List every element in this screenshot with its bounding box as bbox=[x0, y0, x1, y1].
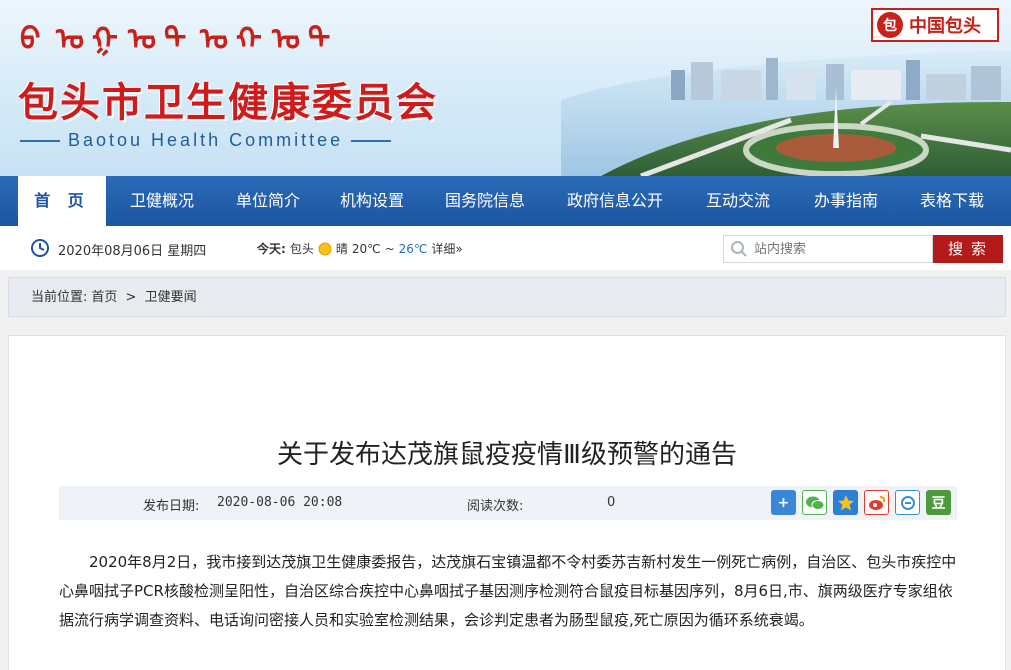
breadcrumb-prefix: 当前位置: bbox=[31, 290, 88, 305]
mongolian-glyph: ᠪ bbox=[20, 22, 41, 57]
weather-city: 包头 bbox=[289, 242, 314, 256]
tencent-icon[interactable] bbox=[895, 490, 920, 515]
share-bar: + 豆 bbox=[771, 490, 951, 515]
mongolian-glyph: ᠬ bbox=[236, 22, 262, 57]
mongolian-glyph: ᠣ bbox=[128, 22, 156, 57]
search-input[interactable] bbox=[754, 241, 924, 257]
mongolian-title: ᠪ ᠣ ᠭ ᠣ ᠲ ᠤ ᠬ ᠣ ᠲ bbox=[20, 20, 331, 60]
breadcrumb: 当前位置: 首页 > 卫健要闻 bbox=[8, 277, 1006, 317]
plus-icon[interactable]: + bbox=[771, 490, 796, 515]
weather-prefix: 今天: bbox=[257, 242, 286, 256]
weather-widget: 今天: 包头 晴 20℃ ~ 26℃ 详细» bbox=[257, 240, 463, 257]
info-bar: 2020年08月06日 星期四 今天: 包头 晴 20℃ ~ 26℃ 详细» 搜… bbox=[0, 226, 1011, 270]
mongolian-glyph: ᠲ bbox=[164, 22, 187, 57]
divider bbox=[351, 139, 392, 142]
weather-condition: 晴 bbox=[335, 242, 348, 256]
mongolian-glyph: ᠣ bbox=[272, 22, 300, 57]
publish-date-value: 2020-08-06 20:08 bbox=[217, 495, 343, 510]
search-button[interactable]: 搜索 bbox=[933, 235, 1003, 263]
mongolian-glyph: ᠣ bbox=[56, 22, 84, 57]
article-body: 2020年8月2日，我市接到达茂旗卫生健康委报告，达茂旗石宝镇温都不令村委苏吉新… bbox=[59, 553, 957, 629]
weibo-icon[interactable] bbox=[864, 490, 889, 515]
nav-item-guide[interactable]: 办事指南 bbox=[792, 176, 900, 226]
nav-item-downloads[interactable]: 表格下载 bbox=[900, 176, 1004, 226]
baotou-logo-icon: 包 bbox=[877, 12, 903, 38]
divider bbox=[20, 139, 60, 142]
wechat-icon[interactable] bbox=[802, 490, 827, 515]
current-date: 2020年08月06日 星期四 bbox=[58, 244, 207, 259]
breadcrumb-home[interactable]: 首页 bbox=[91, 290, 117, 305]
mongolian-glyph: ᠤ bbox=[200, 22, 228, 57]
article-title: 关于发布达茂旗鼠疫疫情Ⅲ级预警的通告 bbox=[277, 440, 737, 470]
mongolian-glyph: ᠲ bbox=[308, 22, 331, 57]
brand-text: 中国包头 bbox=[909, 16, 981, 37]
temp-low: 20℃ bbox=[351, 241, 381, 256]
main-nav: 首 页 卫健概况 单位简介 机构设置 国务院信息 政府信息公开 互动交流 办事指… bbox=[0, 176, 1011, 226]
read-count-value: 0 bbox=[607, 495, 616, 510]
breadcrumb-current[interactable]: 卫健要闻 bbox=[145, 290, 197, 305]
temp-separator: ~ bbox=[384, 241, 395, 256]
mongolian-glyph: ᠭ bbox=[92, 22, 118, 57]
nav-item-overview[interactable]: 卫健概况 bbox=[108, 176, 216, 226]
nav-item-institutions[interactable]: 机构设置 bbox=[320, 176, 424, 226]
sunny-icon bbox=[318, 242, 332, 255]
site-title[interactable]: 包头市卫生健康委员会 bbox=[18, 70, 438, 128]
star-icon[interactable] bbox=[833, 490, 858, 515]
nav-item-units[interactable]: 单位简介 bbox=[216, 176, 320, 226]
site-subtitle: Baotou Health Committee bbox=[68, 130, 344, 150]
city-photo bbox=[561, 50, 1011, 176]
temp-high: 26℃ bbox=[398, 241, 428, 256]
site-subtitle-row: Baotou Health Committee bbox=[20, 130, 392, 151]
read-count-label: 阅读次数: bbox=[467, 499, 524, 514]
nav-item-state-council[interactable]: 国务院信息 bbox=[424, 176, 546, 226]
clock-icon bbox=[31, 239, 49, 257]
search-icon bbox=[731, 241, 747, 257]
weather-details-link[interactable]: 详细» bbox=[431, 240, 462, 257]
breadcrumb-separator: > bbox=[125, 290, 137, 305]
douban-icon[interactable]: 豆 bbox=[926, 490, 951, 515]
article-meta: 发布日期: 2020-08-06 20:08 阅读次数: 0 + 豆 bbox=[59, 486, 957, 520]
china-baotou-badge[interactable]: 包 中国包头 bbox=[871, 8, 999, 42]
search-box bbox=[723, 235, 933, 263]
article-panel: 关于发布达茂旗鼠疫疫情Ⅲ级预警的通告 发布日期: 2020-08-06 20:0… bbox=[8, 335, 1006, 670]
site-banner: ᠪ ᠣ ᠭ ᠣ ᠲ ᠤ ᠬ ᠣ ᠲ 包头市卫生健康委员会 Baotou Heal… bbox=[0, 0, 1011, 176]
nav-item-gov-info[interactable]: 政府信息公开 bbox=[546, 176, 684, 226]
publish-date-label: 发布日期: bbox=[143, 499, 200, 514]
nav-item-interaction[interactable]: 互动交流 bbox=[684, 176, 792, 226]
nav-item-home[interactable]: 首 页 bbox=[18, 176, 106, 226]
